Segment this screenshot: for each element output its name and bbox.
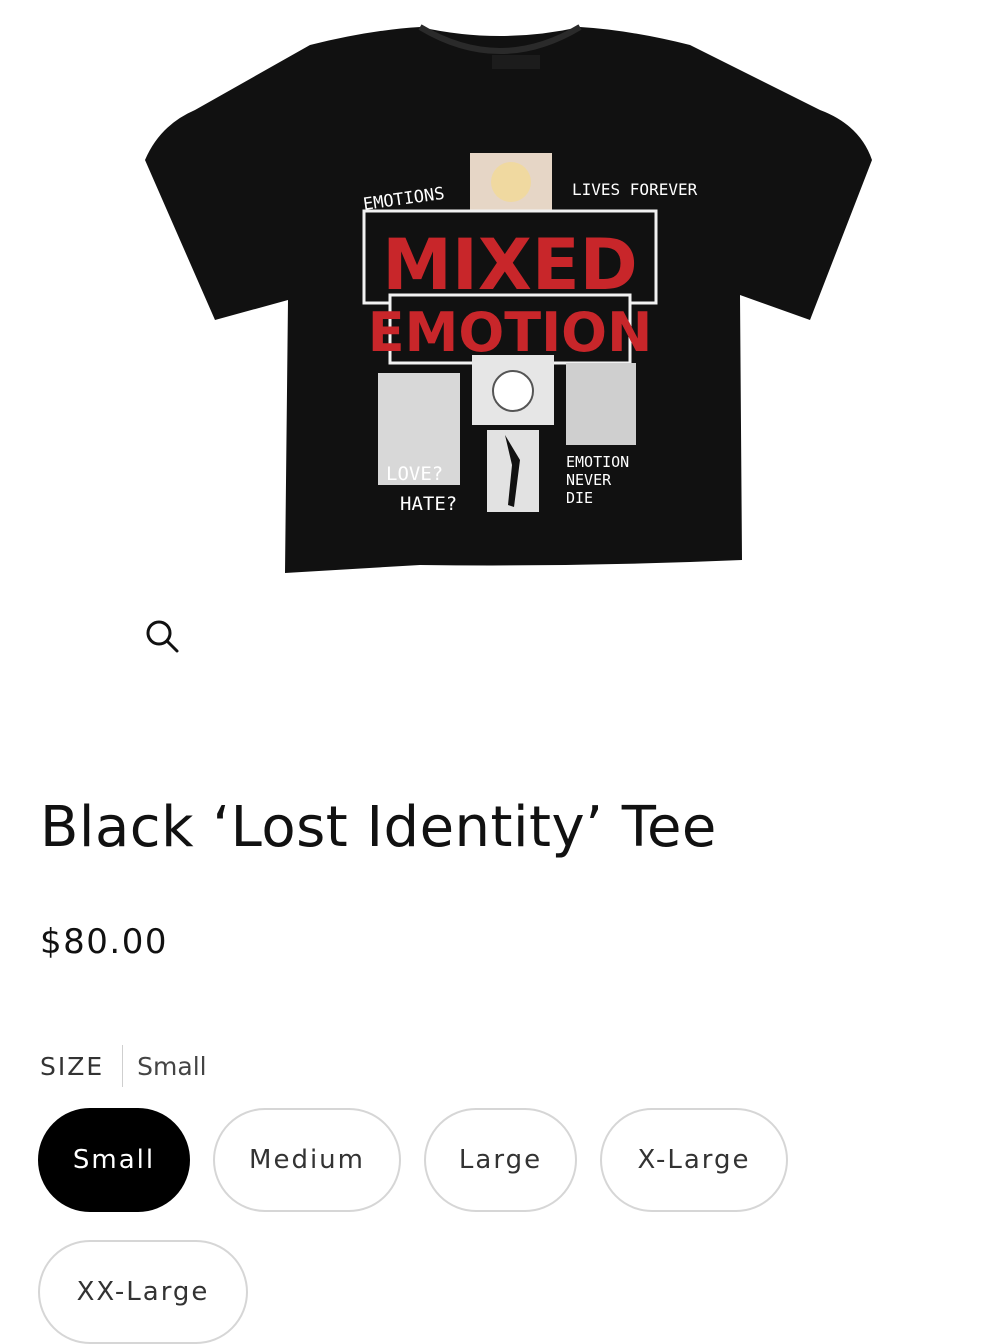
product-image[interactable]: EMOTIONS LIVES FOREVER MIXED EMOTION LOV… (0, 0, 1000, 653)
size-selector-header: SIZE Small (40, 1045, 207, 1087)
print-text-top-right: LIVES FOREVER (572, 180, 698, 199)
zoom-button[interactable] (138, 612, 186, 660)
size-label: SIZE (40, 1051, 105, 1081)
size-option-x-large[interactable]: X-Large (600, 1108, 788, 1212)
print-text-love: LOVE? (386, 463, 443, 485)
print-text-emotion: EMOTION (566, 453, 629, 471)
size-option-small[interactable]: Small (38, 1108, 190, 1212)
size-divider (122, 1045, 124, 1087)
print-text-never: NEVER (566, 471, 612, 489)
size-option-large[interactable]: Large (424, 1108, 577, 1212)
size-option-xx-large[interactable]: XX-Large (38, 1240, 248, 1344)
print-text-hate: HATE? (400, 493, 457, 515)
print-title-line2: EMOTION (368, 301, 653, 364)
product-title: Black ‘Lost Identity’ Tee (40, 795, 717, 860)
product-price: $80.00 (40, 922, 168, 962)
search-icon (146, 620, 179, 653)
size-option-medium[interactable]: Medium (213, 1108, 401, 1212)
tshirt-image: EMOTIONS LIVES FOREVER MIXED EMOTION LOV… (145, 24, 872, 573)
print-text-die: DIE (566, 489, 593, 507)
selected-size-value: Small (137, 1051, 207, 1081)
